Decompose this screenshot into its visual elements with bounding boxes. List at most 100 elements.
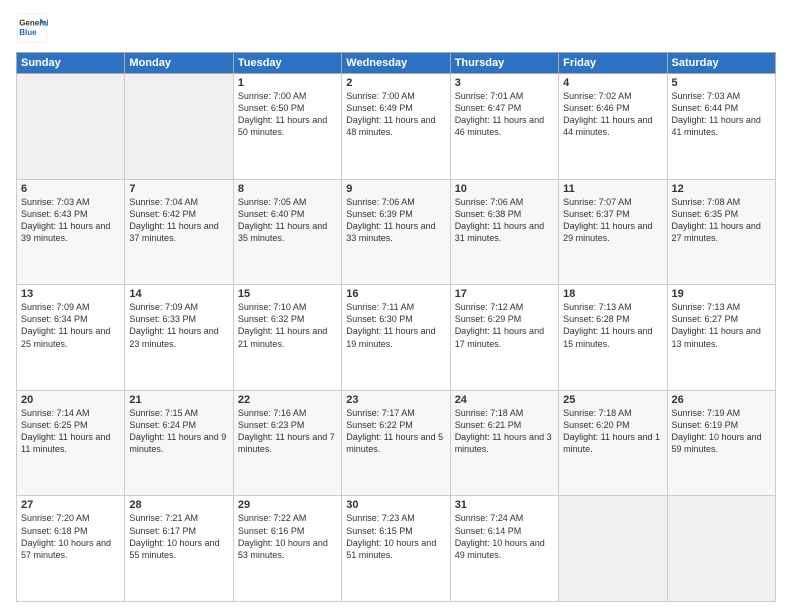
day-number: 3 bbox=[455, 77, 554, 89]
day-number: 21 bbox=[129, 394, 228, 406]
weekday-header: Wednesday bbox=[342, 53, 450, 74]
day-number: 22 bbox=[238, 394, 337, 406]
day-number: 9 bbox=[346, 183, 445, 195]
day-number: 24 bbox=[455, 394, 554, 406]
cell-info: Sunrise: 7:03 AMSunset: 6:44 PMDaylight:… bbox=[672, 91, 761, 137]
calendar-cell: 27 Sunrise: 7:20 AMSunset: 6:18 PMDayligh… bbox=[17, 496, 125, 602]
cell-info: Sunrise: 7:07 AMSunset: 6:37 PMDaylight:… bbox=[563, 197, 652, 243]
cell-info: Sunrise: 7:24 AMSunset: 6:14 PMDaylight:… bbox=[455, 513, 545, 559]
calendar-cell: 19 Sunrise: 7:13 AMSunset: 6:27 PMDayligh… bbox=[667, 285, 775, 391]
calendar-cell: 16 Sunrise: 7:11 AMSunset: 6:30 PMDayligh… bbox=[342, 285, 450, 391]
cell-info: Sunrise: 7:16 AMSunset: 6:23 PMDaylight:… bbox=[238, 408, 335, 454]
cell-info: Sunrise: 7:09 AMSunset: 6:33 PMDaylight:… bbox=[129, 302, 218, 348]
cell-info: Sunrise: 7:10 AMSunset: 6:32 PMDaylight:… bbox=[238, 302, 327, 348]
day-number: 13 bbox=[21, 288, 120, 300]
calendar: SundayMondayTuesdayWednesdayThursdayFrid… bbox=[16, 52, 776, 602]
calendar-cell bbox=[17, 74, 125, 180]
cell-info: Sunrise: 7:09 AMSunset: 6:34 PMDaylight:… bbox=[21, 302, 110, 348]
weekday-header: Thursday bbox=[450, 53, 558, 74]
calendar-cell bbox=[125, 74, 233, 180]
calendar-cell: 15 Sunrise: 7:10 AMSunset: 6:32 PMDayligh… bbox=[233, 285, 341, 391]
cell-info: Sunrise: 7:20 AMSunset: 6:18 PMDaylight:… bbox=[21, 513, 111, 559]
calendar-cell: 7 Sunrise: 7:04 AMSunset: 6:42 PMDaylight… bbox=[125, 179, 233, 285]
cell-info: Sunrise: 7:00 AMSunset: 6:50 PMDaylight:… bbox=[238, 91, 327, 137]
calendar-cell: 25 Sunrise: 7:18 AMSunset: 6:20 PMDayligh… bbox=[559, 390, 667, 496]
cell-info: Sunrise: 7:03 AMSunset: 6:43 PMDaylight:… bbox=[21, 197, 110, 243]
day-number: 29 bbox=[238, 499, 337, 511]
day-number: 25 bbox=[563, 394, 662, 406]
calendar-cell: 8 Sunrise: 7:05 AMSunset: 6:40 PMDaylight… bbox=[233, 179, 341, 285]
cell-info: Sunrise: 7:12 AMSunset: 6:29 PMDaylight:… bbox=[455, 302, 544, 348]
day-number: 10 bbox=[455, 183, 554, 195]
calendar-cell: 24 Sunrise: 7:18 AMSunset: 6:21 PMDayligh… bbox=[450, 390, 558, 496]
cell-info: Sunrise: 7:01 AMSunset: 6:47 PMDaylight:… bbox=[455, 91, 544, 137]
day-number: 26 bbox=[672, 394, 771, 406]
cell-info: Sunrise: 7:04 AMSunset: 6:42 PMDaylight:… bbox=[129, 197, 218, 243]
day-number: 15 bbox=[238, 288, 337, 300]
day-number: 20 bbox=[21, 394, 120, 406]
calendar-cell: 29 Sunrise: 7:22 AMSunset: 6:16 PMDayligh… bbox=[233, 496, 341, 602]
calendar-cell: 30 Sunrise: 7:23 AMSunset: 6:15 PMDayligh… bbox=[342, 496, 450, 602]
day-number: 12 bbox=[672, 183, 771, 195]
day-number: 23 bbox=[346, 394, 445, 406]
day-number: 7 bbox=[129, 183, 228, 195]
calendar-cell: 5Sunrise: 7:03 AMSunset: 6:44 PMDaylight… bbox=[667, 74, 775, 180]
cell-info: Sunrise: 7:06 AMSunset: 6:38 PMDaylight:… bbox=[455, 197, 544, 243]
cell-info: Sunrise: 7:18 AMSunset: 6:20 PMDaylight:… bbox=[563, 408, 660, 454]
cell-info: Sunrise: 7:05 AMSunset: 6:40 PMDaylight:… bbox=[238, 197, 327, 243]
calendar-cell: 26 Sunrise: 7:19 AMSunset: 6:19 PMDayligh… bbox=[667, 390, 775, 496]
day-number: 27 bbox=[21, 499, 120, 511]
weekday-header: Saturday bbox=[667, 53, 775, 74]
calendar-cell: 17 Sunrise: 7:12 AMSunset: 6:29 PMDayligh… bbox=[450, 285, 558, 391]
day-number: 28 bbox=[129, 499, 228, 511]
calendar-cell: 23Sunrise: 7:17 AMSunset: 6:22 PMDayligh… bbox=[342, 390, 450, 496]
cell-info: Sunrise: 7:13 AMSunset: 6:28 PMDaylight:… bbox=[563, 302, 652, 348]
cell-info: Sunrise: 7:06 AMSunset: 6:39 PMDaylight:… bbox=[346, 197, 435, 243]
weekday-header: Sunday bbox=[17, 53, 125, 74]
cell-info: Sunrise: 7:19 AMSunset: 6:19 PMDaylight:… bbox=[672, 408, 762, 454]
calendar-cell: 14 Sunrise: 7:09 AMSunset: 6:33 PMDayligh… bbox=[125, 285, 233, 391]
weekday-header: Tuesday bbox=[233, 53, 341, 74]
day-number: 31 bbox=[455, 499, 554, 511]
day-number: 18 bbox=[563, 288, 662, 300]
day-number: 19 bbox=[672, 288, 771, 300]
calendar-cell: 3 Sunrise: 7:01 AMSunset: 6:47 PMDaylight… bbox=[450, 74, 558, 180]
cell-info: Sunrise: 7:08 AMSunset: 6:35 PMDaylight:… bbox=[672, 197, 761, 243]
cell-info: Sunrise: 7:13 AMSunset: 6:27 PMDaylight:… bbox=[672, 302, 761, 348]
day-number: 17 bbox=[455, 288, 554, 300]
calendar-cell: 31 Sunrise: 7:24 AMSunset: 6:14 PMDayligh… bbox=[450, 496, 558, 602]
calendar-cell: 21 Sunrise: 7:15 AMSunset: 6:24 PMDayligh… bbox=[125, 390, 233, 496]
logo: General Blue bbox=[16, 12, 48, 44]
calendar-cell: 2 Sunrise: 7:00 AMSunset: 6:49 PMDaylight… bbox=[342, 74, 450, 180]
day-number: 16 bbox=[346, 288, 445, 300]
cell-info: Sunrise: 7:23 AMSunset: 6:15 PMDaylight:… bbox=[346, 513, 436, 559]
logo-icon: General Blue bbox=[16, 12, 48, 44]
calendar-cell: 4Sunrise: 7:02 AMSunset: 6:46 PMDaylight… bbox=[559, 74, 667, 180]
weekday-header: Monday bbox=[125, 53, 233, 74]
cell-info: Sunrise: 7:14 AMSunset: 6:25 PMDaylight:… bbox=[21, 408, 110, 454]
cell-info: Sunrise: 7:18 AMSunset: 6:21 PMDaylight:… bbox=[455, 408, 552, 454]
cell-info: Sunrise: 7:15 AMSunset: 6:24 PMDaylight:… bbox=[129, 408, 226, 454]
calendar-cell: 1 Sunrise: 7:00 AMSunset: 6:50 PMDaylight… bbox=[233, 74, 341, 180]
calendar-cell bbox=[559, 496, 667, 602]
day-number: 8 bbox=[238, 183, 337, 195]
day-number: 2 bbox=[346, 77, 445, 89]
calendar-cell: 10 Sunrise: 7:06 AMSunset: 6:38 PMDayligh… bbox=[450, 179, 558, 285]
calendar-cell bbox=[667, 496, 775, 602]
calendar-cell: 13 Sunrise: 7:09 AMSunset: 6:34 PMDayligh… bbox=[17, 285, 125, 391]
calendar-cell: 28 Sunrise: 7:21 AMSunset: 6:17 PMDayligh… bbox=[125, 496, 233, 602]
day-number: 30 bbox=[346, 499, 445, 511]
cell-info: Sunrise: 7:21 AMSunset: 6:17 PMDaylight:… bbox=[129, 513, 219, 559]
cell-info: Sunrise: 7:11 AMSunset: 6:30 PMDaylight:… bbox=[346, 302, 435, 348]
calendar-cell: 18 Sunrise: 7:13 AMSunset: 6:28 PMDayligh… bbox=[559, 285, 667, 391]
cell-info: Sunrise: 7:02 AMSunset: 6:46 PMDaylight:… bbox=[563, 91, 652, 137]
svg-text:Blue: Blue bbox=[19, 28, 37, 37]
calendar-cell: 12 Sunrise: 7:08 AMSunset: 6:35 PMDayligh… bbox=[667, 179, 775, 285]
calendar-cell: 11 Sunrise: 7:07 AMSunset: 6:37 PMDayligh… bbox=[559, 179, 667, 285]
day-number: 1 bbox=[238, 77, 337, 89]
calendar-cell: 20 Sunrise: 7:14 AMSunset: 6:25 PMDayligh… bbox=[17, 390, 125, 496]
cell-info: Sunrise: 7:22 AMSunset: 6:16 PMDaylight:… bbox=[238, 513, 328, 559]
cell-info: Sunrise: 7:00 AMSunset: 6:49 PMDaylight:… bbox=[346, 91, 435, 137]
day-number: 14 bbox=[129, 288, 228, 300]
day-number: 11 bbox=[563, 183, 662, 195]
